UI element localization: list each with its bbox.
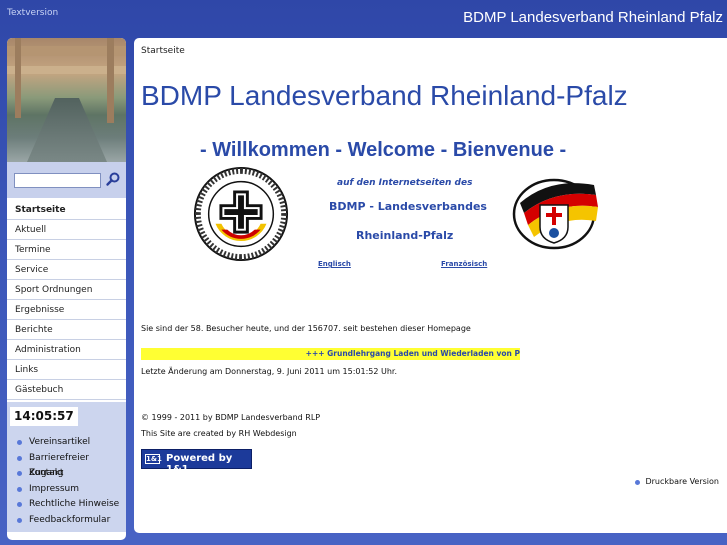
powered-by-badge[interactable]: 1&1 Powered by 1&1 (141, 449, 252, 475)
intro-region: Rheinland-Pfalz (356, 229, 454, 242)
french-link[interactable]: Französisch (441, 260, 487, 268)
nav-item-gaestebuch[interactable]: Gästebuch (7, 380, 126, 400)
1und1-logo: 1&1 (145, 454, 162, 464)
clock: 14:05:57 (10, 407, 78, 426)
link-impressum[interactable]: Impressum (7, 482, 126, 498)
breadcrumb[interactable]: Startseite (141, 46, 185, 56)
search-input[interactable] (14, 173, 101, 188)
sidebar-footer: 14:05:57 Vereinsartikel Barrierefreier Z… (7, 402, 126, 532)
hero-lane (27, 98, 107, 162)
extra-links: Vereinsartikel Barrierefreier Zugang Kon… (7, 435, 126, 528)
link-barrierefreier-zugang[interactable]: Barrierefreier Zugang (7, 451, 126, 478)
nav-item-sport-ordnungen[interactable]: Sport Ordnungen (7, 280, 126, 300)
print-version-link[interactable]: Druckbare Version (635, 477, 719, 486)
main-content: Startseite BDMP Landesverband Rheinland-… (134, 38, 727, 533)
hero-post (15, 38, 21, 118)
nav-item-termine[interactable]: Termine (7, 240, 126, 260)
nav-item-service[interactable]: Service (7, 260, 126, 280)
search-area (7, 162, 126, 198)
site-title: BDMP Landesverband Rheinland Pfalz (463, 9, 723, 26)
nav-item-startseite[interactable]: Startseite (7, 200, 126, 220)
copyright: © 1999 - 2011 by BDMP Landesverband RLP (141, 413, 321, 422)
shooting-range-image (7, 38, 126, 162)
nav-item-ergebnisse[interactable]: Ergebnisse (7, 300, 126, 320)
top-bar: Textversion BDMP Landesverband Rheinland… (0, 0, 727, 36)
created-by: This Site are created by RH Webdesign (141, 429, 297, 438)
search-icon[interactable] (105, 171, 121, 187)
page-title: BDMP Landesverband Rheinland-Pfalz (141, 80, 628, 111)
intro-org: BDMP - Landesverbandes (329, 200, 487, 213)
sidebar: Startseite Aktuell Termine Service Sport… (7, 38, 126, 540)
news-ticker[interactable]: +++ Grundlehrgang Laden und Wiederladen … (141, 348, 520, 360)
link-kontakt[interactable]: Kontakt (7, 466, 126, 482)
rheinland-pfalz-flag-logo (512, 178, 598, 250)
last-changed: Letzte Änderung am Donnerstag, 9. Juni 2… (141, 367, 398, 376)
link-rechtliche-hinweise[interactable]: Rechtliche Hinweise (7, 497, 126, 513)
welcome-heading: - Willkommen - Welcome - Bienvenue - (200, 139, 567, 161)
powered-by-text: Powered by 1&1 (166, 453, 233, 475)
bdmp-seal-logo (193, 166, 289, 262)
visitor-counter: Sie sind der 58. Besucher heute, und der… (141, 324, 471, 333)
link-feedbackformular[interactable]: Feedbackformular (7, 513, 126, 529)
textversion-link[interactable]: Textversion (7, 8, 58, 18)
nav-item-links[interactable]: Links (7, 360, 126, 380)
hero-post (107, 38, 114, 123)
nav-item-berichte[interactable]: Berichte (7, 320, 126, 340)
nav-item-administration[interactable]: Administration (7, 340, 126, 360)
main-navigation: Startseite Aktuell Termine Service Sport… (7, 200, 126, 400)
intro-line: auf den Internetseiten des (337, 178, 473, 188)
nav-item-aktuell[interactable]: Aktuell (7, 220, 126, 240)
english-link[interactable]: Englisch (318, 260, 351, 268)
link-vereinsartikel[interactable]: Vereinsartikel (7, 435, 126, 451)
